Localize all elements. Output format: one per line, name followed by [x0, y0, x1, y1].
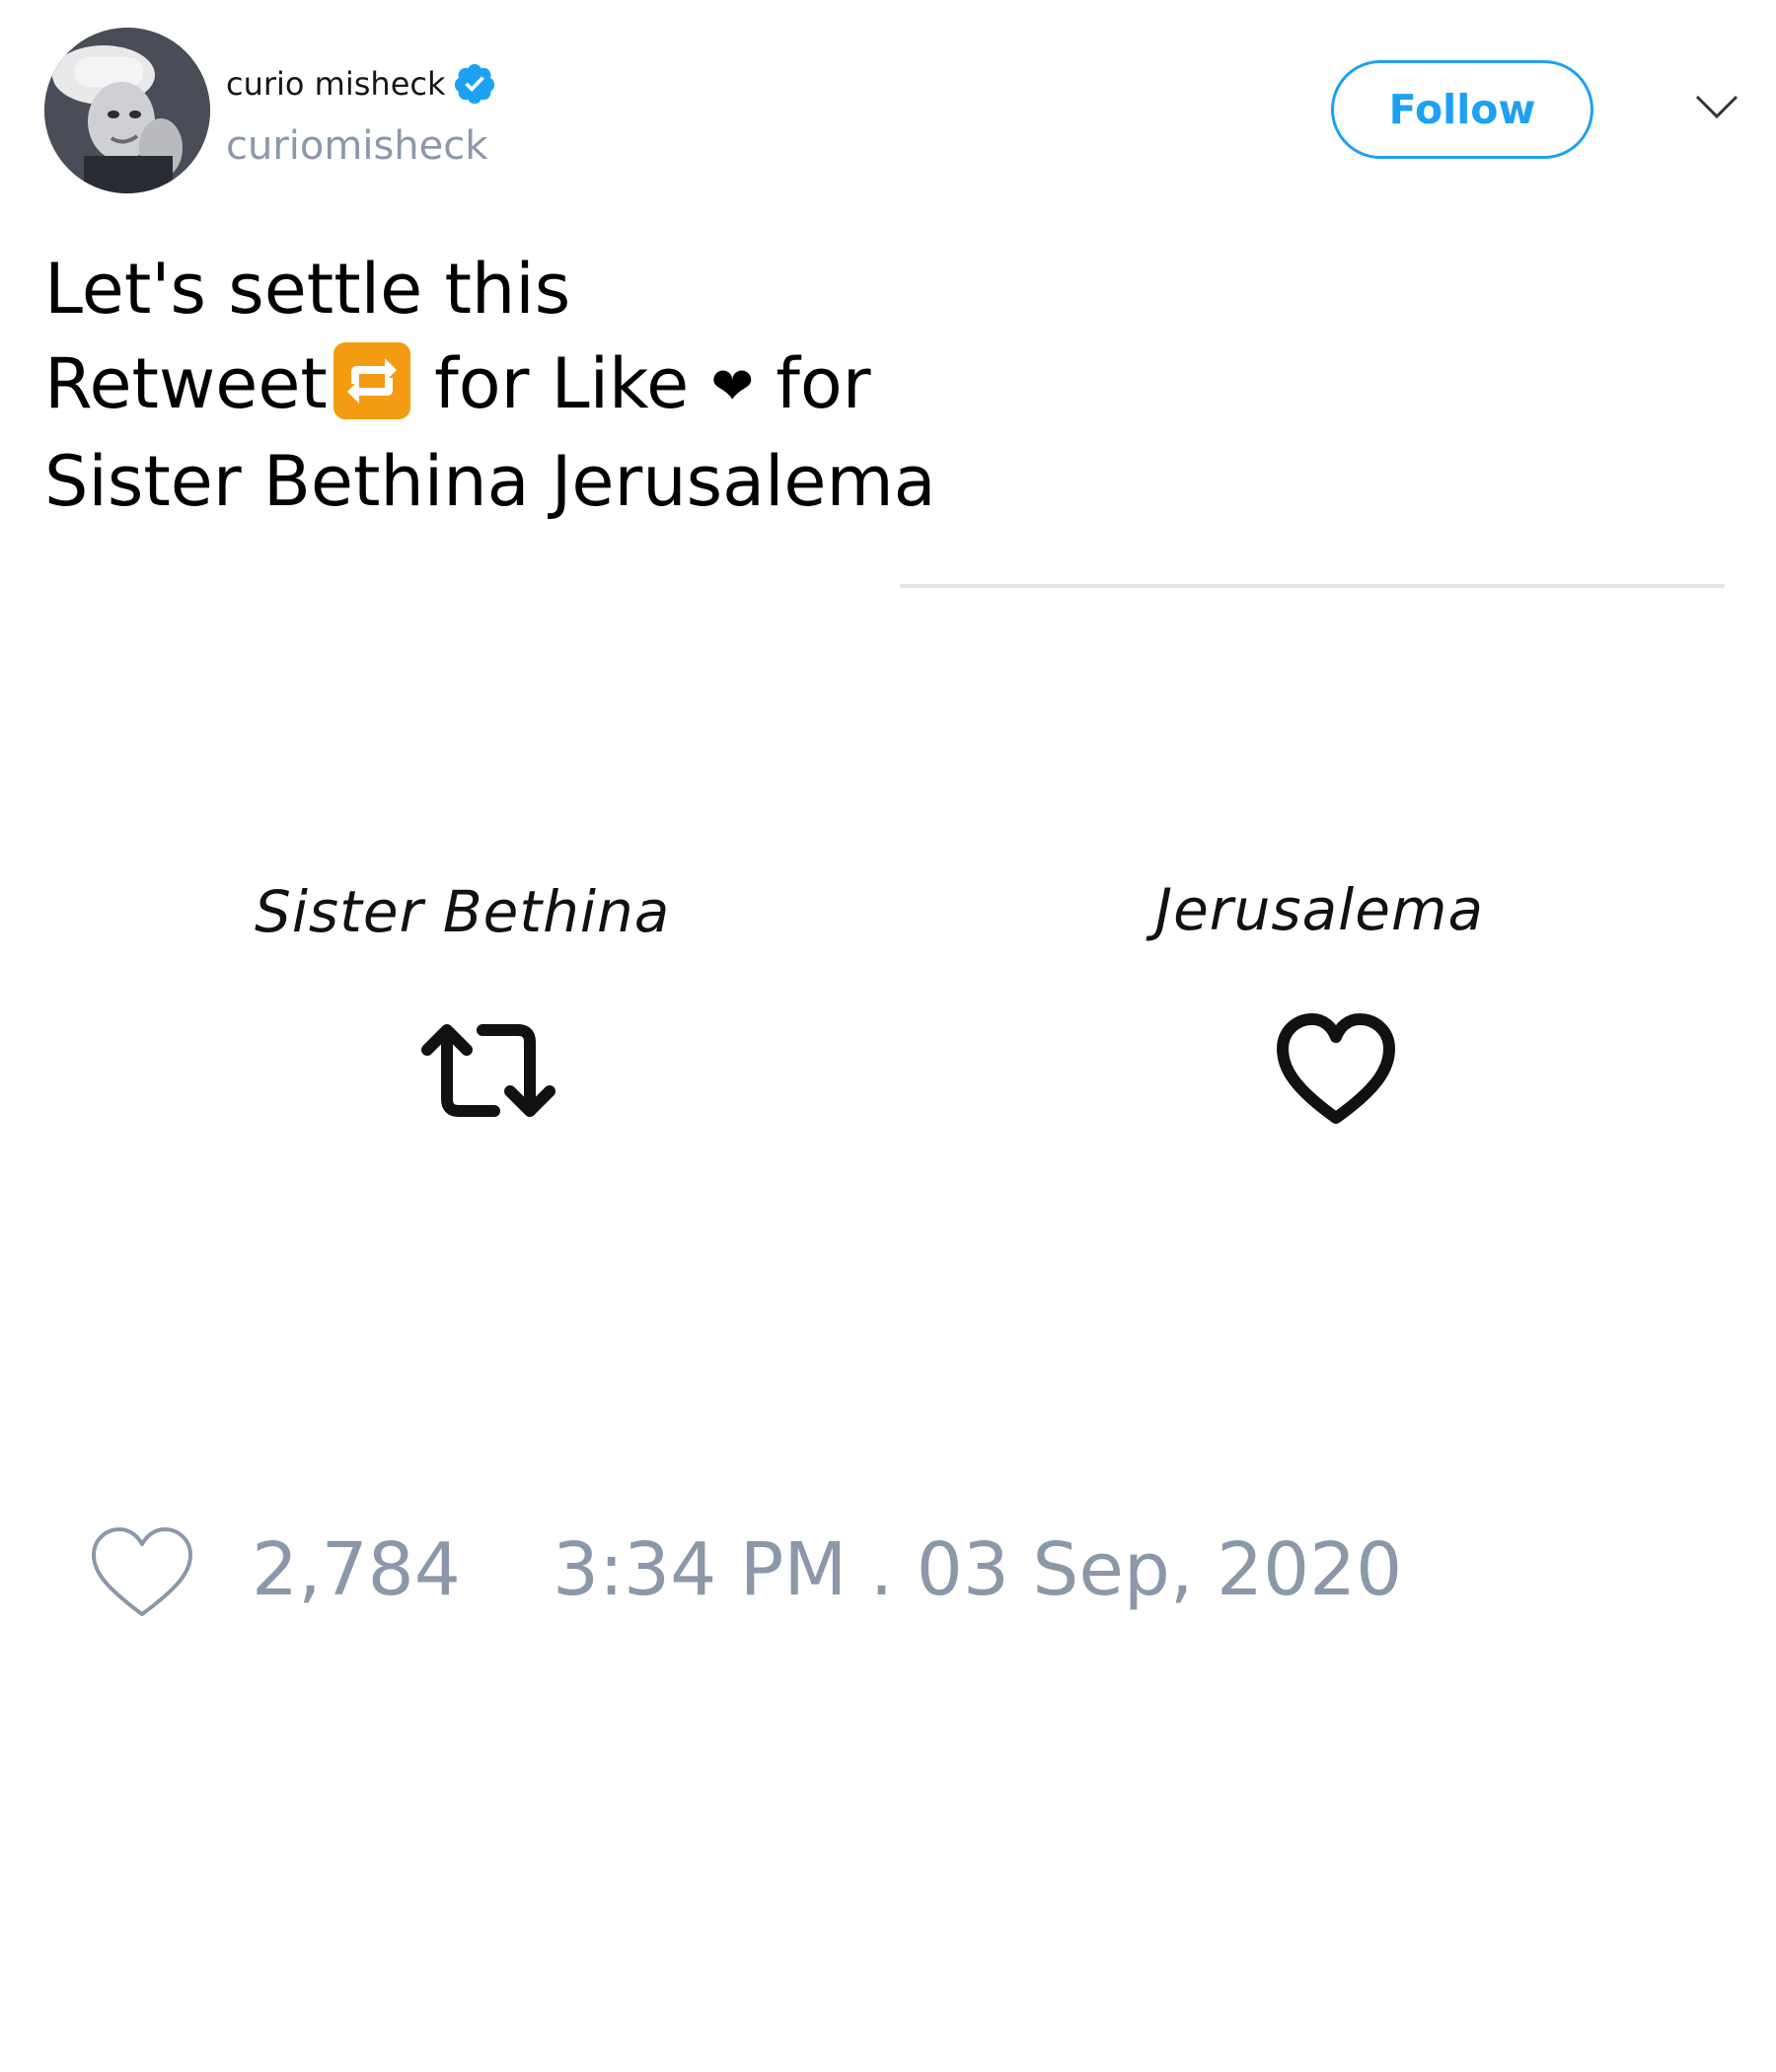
like-count: 2,784: [252, 1527, 461, 1612]
verified-badge-icon: [454, 63, 494, 105]
tweet-line-1: Let's settle this: [44, 249, 571, 330]
tweet-line-2: Retweet for Like ❤ for: [44, 336, 1228, 434]
heart-icon: [1277, 1013, 1395, 1124]
display-name[interactable]: curio misheck: [226, 65, 446, 103]
follow-button[interactable]: Follow: [1331, 60, 1593, 159]
chevron-down-icon[interactable]: [1693, 91, 1740, 122]
avatar-photo-icon: [44, 28, 210, 193]
author-name-row[interactable]: curio misheck: [226, 59, 497, 109]
retweet-icon: [421, 1024, 555, 1117]
attached-image[interactable]: Sister Bethina Jerusalema: [0, 562, 1776, 1312]
image-divider: [900, 584, 1725, 588]
option-label-left: Sister Bethina: [255, 878, 671, 945]
timestamp[interactable]: 3:34 PM . 03 Sep, 2020: [553, 1527, 1402, 1612]
repeat-emoji-icon: [333, 342, 410, 419]
handle[interactable]: curiomisheck: [226, 123, 487, 169]
tweet-text: Let's settle this Retweet for Like ❤ for…: [44, 242, 1228, 529]
tweet-for-like: for Like: [411, 343, 711, 424]
avatar[interactable]: [44, 28, 210, 193]
tweet-retweet-word: Retweet: [44, 343, 328, 424]
option-label-right: Jerusalema: [1155, 876, 1484, 943]
tweet-line-3: Sister Bethina Jerusalema: [44, 441, 936, 522]
like-heart-icon[interactable]: [90, 1525, 194, 1620]
heart-emoji-icon: ❤: [710, 357, 754, 416]
tweet-for: for: [753, 343, 871, 424]
